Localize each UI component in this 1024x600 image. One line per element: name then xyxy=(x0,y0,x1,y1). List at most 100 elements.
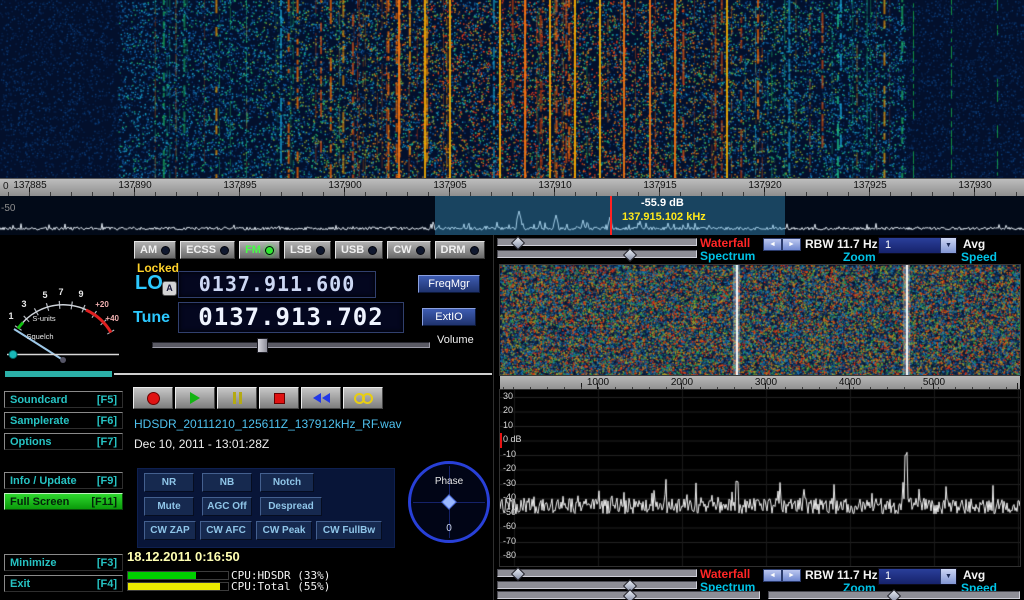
freq-tick-label: 137895 xyxy=(223,180,256,191)
exit-button[interactable]: Exit [F4] xyxy=(4,575,123,592)
minimize-button[interactable]: Minimize [F3] xyxy=(4,554,123,571)
volume-slider[interactable] xyxy=(152,342,430,348)
mode-lsb-button[interactable]: LSB xyxy=(284,241,331,259)
zoom-label: Zoom xyxy=(843,250,876,264)
chevron-down-icon[interactable]: ▼ xyxy=(940,569,956,584)
play-button[interactable] xyxy=(175,387,215,409)
cpu-total-readout: CPU:Total (55%) xyxy=(231,580,330,593)
mode-label: AM xyxy=(140,244,157,256)
agc-off-button[interactable]: AGC Off xyxy=(202,497,252,516)
freqmgr-button[interactable]: FreqMgr xyxy=(418,275,480,293)
extio-button[interactable]: ExtIO xyxy=(422,308,476,326)
soundcard-button[interactable]: Soundcard [F5] xyxy=(4,391,123,408)
tune-frequency-display[interactable]: 0137.913.702 xyxy=(178,302,404,333)
record-icon xyxy=(147,392,160,405)
mode-led-icon xyxy=(368,246,377,255)
phase-value: 0 xyxy=(408,523,490,534)
scroll-left-button[interactable]: ◄ xyxy=(763,569,782,582)
freq-tick-label: 137925 xyxy=(853,180,886,191)
mute-button[interactable]: Mute xyxy=(144,497,194,516)
mode-cw-button[interactable]: CW xyxy=(387,241,430,259)
s-meter-scale-label: 3 xyxy=(21,299,26,309)
spectrum-tab[interactable]: Spectrum xyxy=(700,249,755,263)
avg-dropdown-value: 1 xyxy=(879,569,940,584)
cpu-hdsdr-bar xyxy=(127,571,229,580)
avg-dropdown[interactable]: 1 ▼ xyxy=(878,237,957,254)
waterfall-tab[interactable]: Waterfall xyxy=(700,567,750,581)
mode-led-icon xyxy=(416,246,425,255)
wav-filename: HDSDR_20111210_125611Z_137912kHz_RF.wav xyxy=(134,417,402,431)
rewind-button[interactable] xyxy=(301,387,341,409)
options-button[interactable]: Options [F7] xyxy=(4,433,123,450)
volume-slider-thumb[interactable] xyxy=(257,338,268,353)
slider-thumb[interactable] xyxy=(623,589,637,600)
freq-tick-label: 137910 xyxy=(538,180,571,191)
stop-button[interactable] xyxy=(259,387,299,409)
control-panel: 1 3 5 7 9 +20 +40 S-units Squelch Soundc… xyxy=(0,235,1024,600)
audio-tick-label: 2000 xyxy=(671,377,693,388)
contrast-slider[interactable] xyxy=(497,581,697,589)
rf-frequency-scale[interactable]: 0 137885 137890 137895 137900 137905 137… xyxy=(0,178,1024,196)
slider-thumb[interactable] xyxy=(511,236,525,250)
cw-zap-button[interactable]: CW ZAP xyxy=(144,521,196,540)
freq-tick-label: 137915 xyxy=(643,180,676,191)
loop-button[interactable] xyxy=(343,387,383,409)
brightness-slider[interactable] xyxy=(497,238,697,246)
button-label: Exit xyxy=(10,578,30,590)
avg-dropdown[interactable]: 1 ▼ xyxy=(878,568,957,585)
s-meter-scale-label: +20 xyxy=(95,300,109,309)
waterfall-tab[interactable]: Waterfall xyxy=(700,236,750,250)
freq-tick-label: 137920 xyxy=(748,180,781,191)
clock-readout: 18.12.2011 0:16:50 xyxy=(127,549,240,564)
record-button[interactable] xyxy=(133,387,173,409)
lo-frequency-display[interactable]: 0137.911.600 xyxy=(178,271,376,298)
scroll-left-button[interactable]: ◄ xyxy=(763,238,782,251)
audio-spectrum-display[interactable] xyxy=(500,390,1020,566)
audio-tick-label: 5000 xyxy=(923,377,945,388)
notch-button[interactable]: Notch xyxy=(260,473,314,492)
button-hotkey: [F4] xyxy=(97,578,117,590)
brightness-slider[interactable] xyxy=(497,569,697,577)
phase-dial[interactable]: Phase 0 xyxy=(408,461,490,543)
pause-button[interactable] xyxy=(217,387,257,409)
rf-waterfall-display[interactable] xyxy=(0,0,1024,178)
mode-am-button[interactable]: AM xyxy=(134,241,176,259)
tune-cursor-line[interactable] xyxy=(610,196,612,235)
cw-fullbw-button[interactable]: CW FullBw xyxy=(316,521,382,540)
audio-waterfall-display[interactable] xyxy=(500,265,1020,375)
lo-lock-badge-icon[interactable]: A xyxy=(162,281,177,296)
fullscreen-button[interactable]: Full Screen [F11] xyxy=(4,493,123,510)
info-update-button[interactable]: Info / Update [F9] xyxy=(4,472,123,489)
zoom-slider[interactable] xyxy=(497,591,760,599)
mode-led-icon xyxy=(265,246,274,255)
pan-slider[interactable] xyxy=(768,591,1020,599)
db-axis-minus50: -50 xyxy=(1,203,15,214)
despread-button[interactable]: Despread xyxy=(260,497,322,516)
nb-button[interactable]: NB xyxy=(202,473,252,492)
separator-line xyxy=(114,373,492,375)
slider-thumb[interactable] xyxy=(623,248,637,262)
squelch-slider-thumb[interactable] xyxy=(9,351,17,359)
mode-usb-button[interactable]: USB xyxy=(335,241,383,259)
slider-thumb[interactable] xyxy=(887,589,901,600)
slider-thumb[interactable] xyxy=(511,567,525,581)
scroll-right-button[interactable]: ► xyxy=(782,569,801,582)
samplerate-button[interactable]: Samplerate [F6] xyxy=(4,412,123,429)
mode-drm-button[interactable]: DRM xyxy=(435,241,485,259)
audio-tick-label: 3000 xyxy=(755,377,777,388)
mode-fm-button[interactable]: FM xyxy=(239,241,280,259)
mode-ecss-button[interactable]: ECSS xyxy=(180,241,235,259)
cursor-frequency-readout: 137.915.102 kHz xyxy=(622,211,706,223)
speed-label: Speed xyxy=(961,250,997,264)
contrast-slider[interactable] xyxy=(497,250,697,258)
cw-afc-button[interactable]: CW AFC xyxy=(200,521,252,540)
chevron-down-icon[interactable]: ▼ xyxy=(940,238,956,253)
scroll-right-button[interactable]: ► xyxy=(782,238,801,251)
rf-spectrum-preview[interactable]: -50 -55.9 dB 137.915.102 kHz xyxy=(0,196,1024,235)
button-hotkey: [F9] xyxy=(97,475,117,487)
audio-frequency-scale[interactable]: 1000 2000 3000 4000 5000 xyxy=(500,376,1020,390)
scroll-arrows: ◄ ► xyxy=(763,238,801,251)
rewind-icon xyxy=(313,393,330,403)
nr-button[interactable]: NR xyxy=(144,473,194,492)
cw-peak-button[interactable]: CW Peak xyxy=(256,521,312,540)
